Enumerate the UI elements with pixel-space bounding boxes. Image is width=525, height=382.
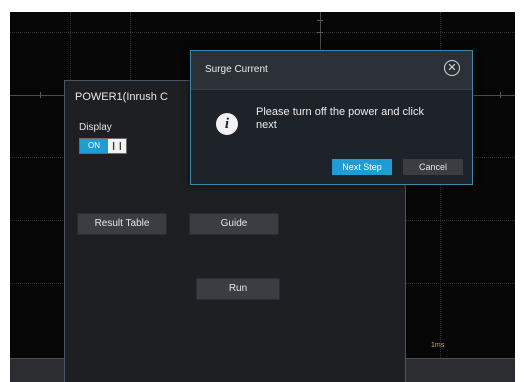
next-step-button[interactable]: Next Step [332, 159, 392, 175]
toggle-on-option[interactable]: ON [80, 139, 108, 153]
guide-button[interactable]: Guide [189, 213, 279, 235]
display-label: Display [79, 122, 112, 133]
run-button[interactable]: Run [196, 278, 280, 300]
display-toggle[interactable]: ON ❙❙ [79, 138, 127, 154]
close-icon[interactable]: ✕ [444, 60, 460, 76]
toggle-off-option[interactable]: ❙❙ [108, 139, 126, 153]
dialog-message: Please turn off the power and click next [256, 106, 424, 131]
surge-current-dialog: Surge Current ✕ i Please turn off the po… [190, 50, 473, 185]
axis-tick [500, 92, 501, 98]
dialog-title: Surge Current [205, 64, 268, 75]
panel-title: POWER1(Inrush C [75, 91, 168, 103]
axis-tick [317, 32, 323, 33]
timebase-label: 1ms [431, 342, 445, 349]
info-icon: i [216, 113, 238, 135]
result-table-button[interactable]: Result Table [77, 213, 167, 235]
axis-tick [317, 20, 323, 21]
dialog-header: Surge Current ✕ [191, 51, 472, 90]
cancel-button[interactable]: Cancel [403, 159, 463, 175]
axis-tick [40, 92, 41, 98]
oscilloscope-display: 1ms POWER1(Inrush C Display ON ❙❙ Result… [10, 12, 515, 382]
